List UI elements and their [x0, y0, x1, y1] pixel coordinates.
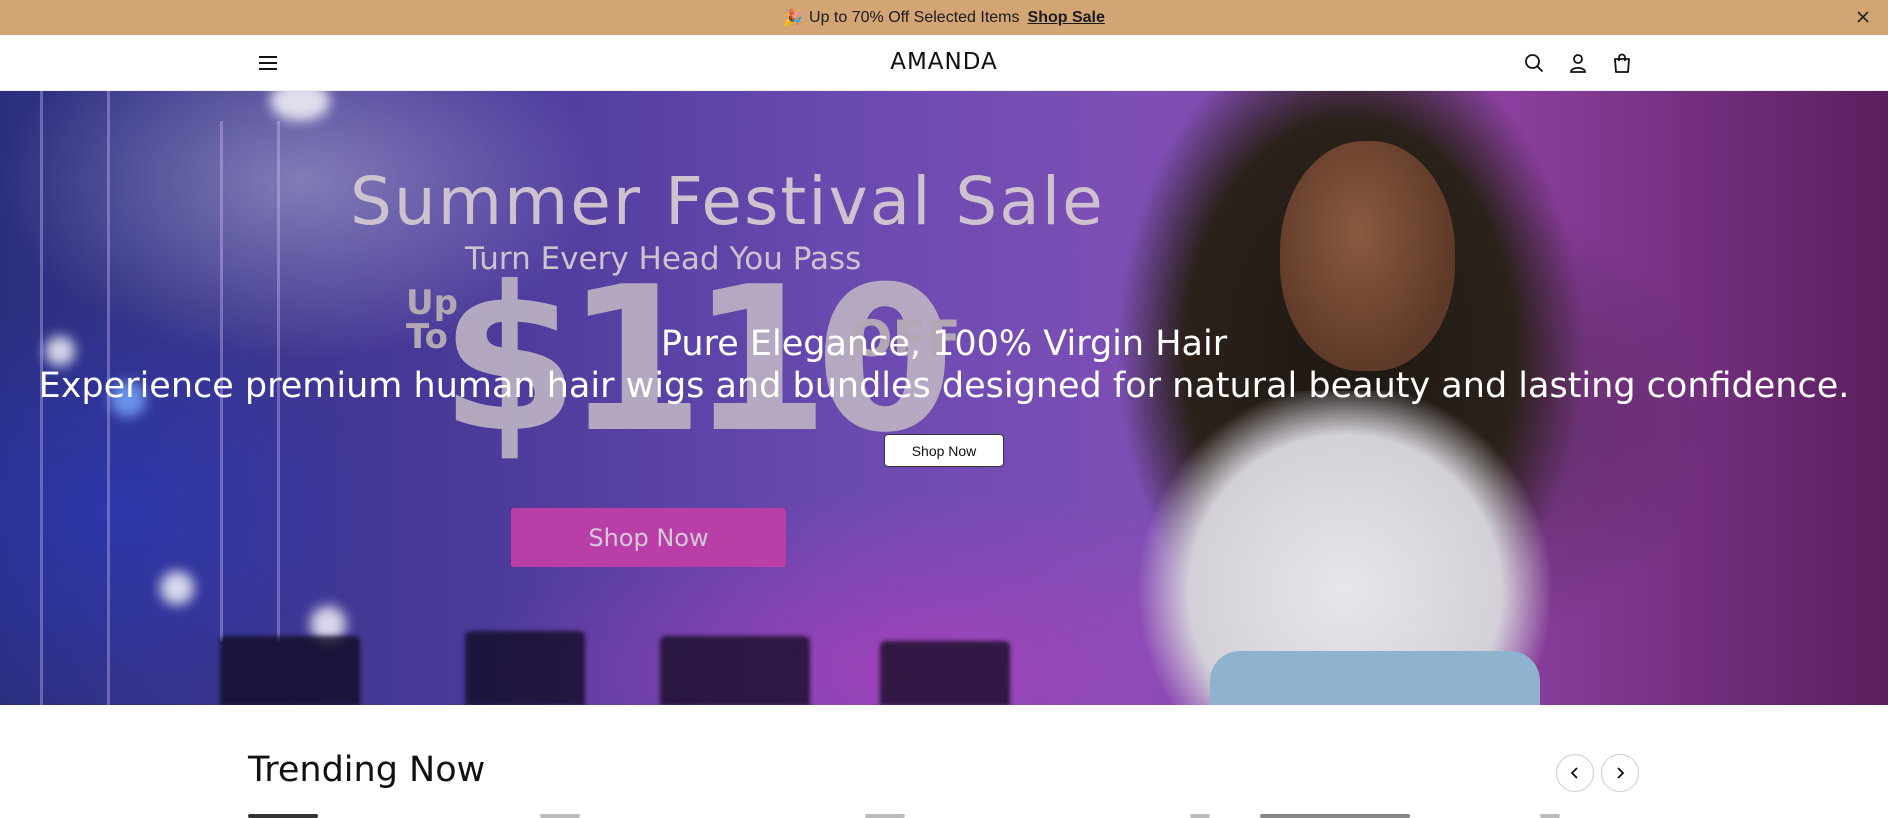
- stage-speaker: [220, 636, 360, 705]
- trending-title: Trending Now: [248, 750, 486, 790]
- product-card[interactable]: [1260, 814, 1410, 818]
- site-logo[interactable]: AMANDA: [890, 49, 998, 75]
- product-card[interactable]: [1540, 814, 1560, 818]
- carousel-next-button[interactable]: [1601, 754, 1639, 792]
- product-card[interactable]: [540, 814, 580, 818]
- stage-light: [270, 91, 330, 121]
- poster-title: Summer Festival Sale: [350, 163, 1105, 240]
- announcement-bar: 🎉 Up to 70% Off Selected Items Shop Sale: [0, 0, 1888, 35]
- carousel-prev-button[interactable]: [1556, 754, 1594, 792]
- shopping-bag-icon[interactable]: [1611, 52, 1633, 74]
- hero-banner[interactable]: Summer Festival Sale Turn Every Head You…: [0, 91, 1888, 705]
- stage-light: [160, 571, 194, 605]
- account-icon[interactable]: [1567, 52, 1589, 74]
- poster-shop-button: Shop Now: [511, 508, 786, 567]
- stage-speaker: [465, 631, 585, 705]
- product-card[interactable]: [865, 814, 905, 818]
- hamburger-menu-icon[interactable]: [256, 51, 280, 75]
- chevron-right-icon: [1617, 767, 1625, 779]
- stage-speaker: [660, 636, 810, 705]
- hero-description: Experience premium human hair wigs and b…: [38, 366, 1850, 406]
- product-card[interactable]: [248, 814, 318, 818]
- stage-speaker: [880, 641, 1010, 705]
- announcement-text: Up to 70% Off Selected Items: [809, 8, 1020, 26]
- search-icon[interactable]: [1523, 52, 1545, 74]
- site-logo-wrap: AMANDA: [0, 49, 1888, 75]
- site-header: AMANDA: [0, 35, 1888, 91]
- hero-heading: Pure Elegance, 100% Virgin Hair: [660, 324, 1228, 364]
- close-icon[interactable]: [1854, 8, 1872, 26]
- model-jeans: [1210, 651, 1540, 705]
- shop-sale-link[interactable]: Shop Sale: [1028, 9, 1105, 27]
- party-popper-icon: 🎉: [783, 9, 804, 27]
- chevron-left-icon: [1570, 767, 1578, 779]
- hero-shop-now-button[interactable]: Shop Now: [884, 434, 1004, 467]
- product-card[interactable]: [1190, 814, 1210, 818]
